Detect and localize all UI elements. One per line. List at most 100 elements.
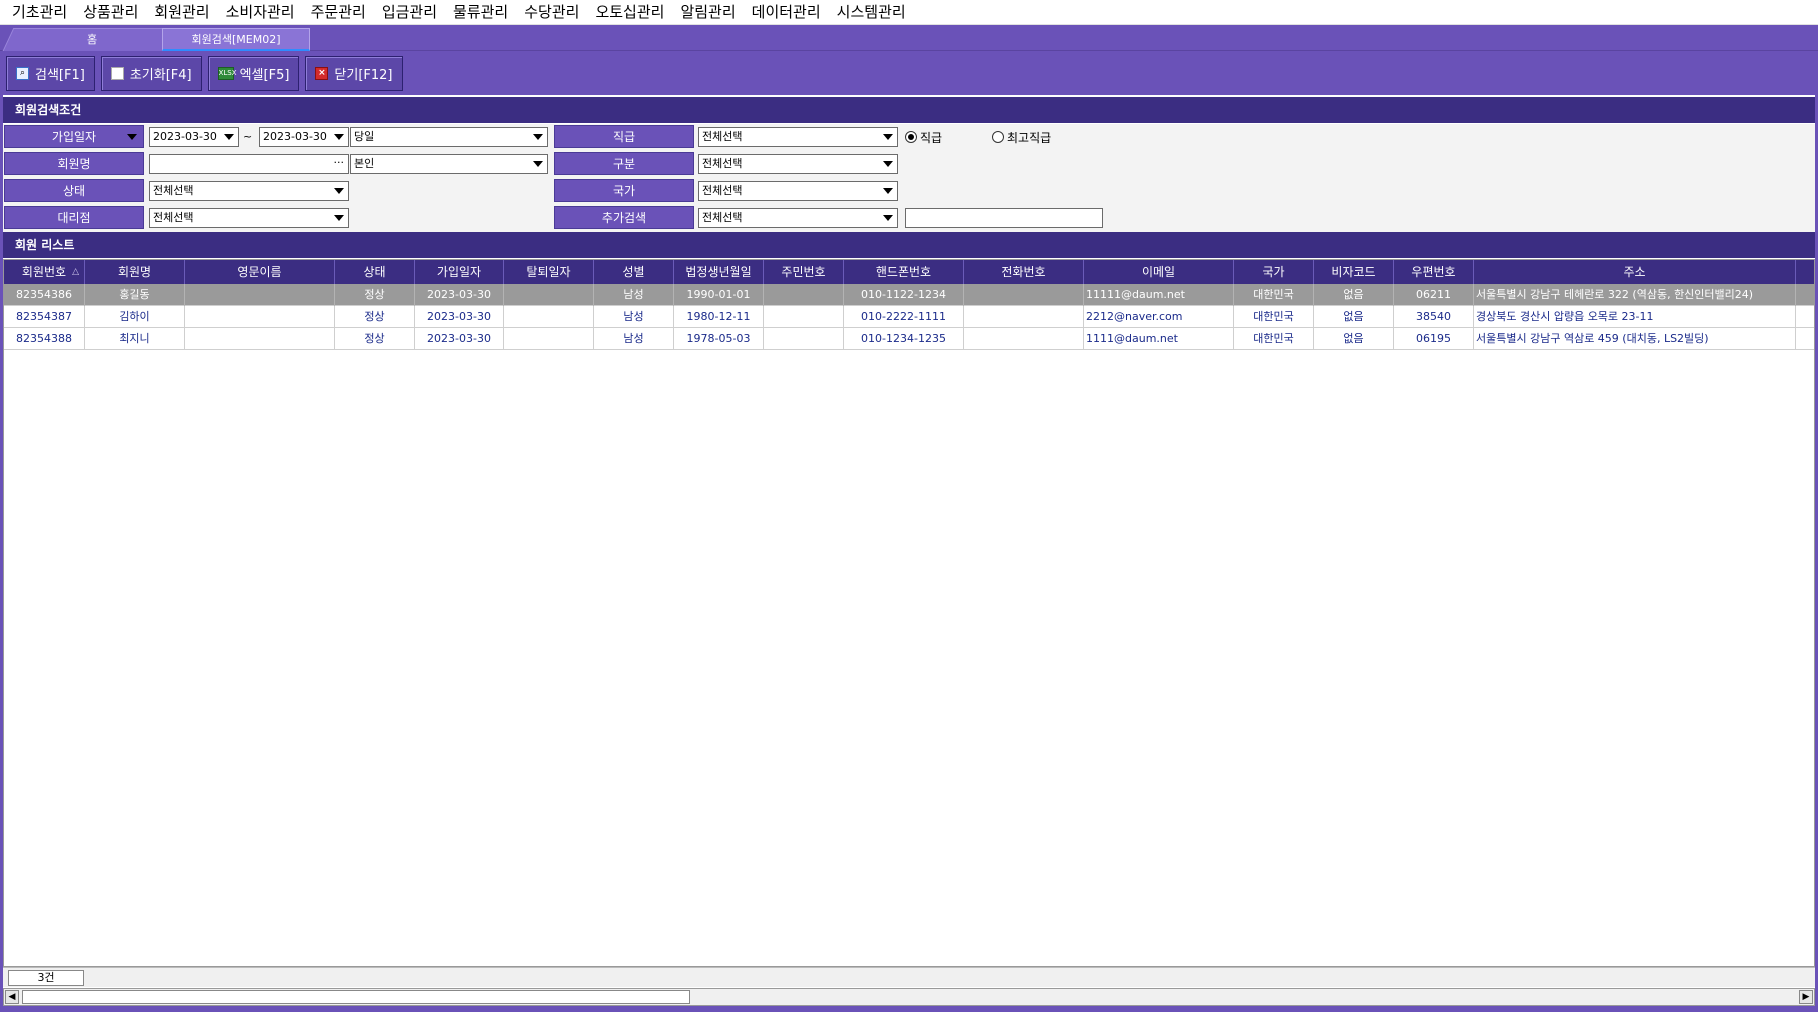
cell-status[interactable]: 정상 — [335, 328, 415, 350]
horizontal-scrollbar[interactable]: ◀ ▶ — [3, 988, 1815, 1006]
search-button[interactable]: ⌕ 검색[F1] — [6, 55, 95, 91]
cell-zip-code[interactable]: 38540 — [1394, 306, 1474, 328]
extra-search-input[interactable] — [905, 208, 1103, 228]
column-header-address[interactable]: 주소 — [1474, 260, 1796, 284]
cell-mobile-phone[interactable]: 010-2222-1111 — [844, 306, 964, 328]
column-header-member-no[interactable]: 회원번호 △ — [4, 260, 85, 284]
cell-email[interactable]: 2212@naver.com — [1084, 306, 1234, 328]
column-header-english-name[interactable]: 영문이름 — [185, 260, 335, 284]
menu-logistics[interactable]: 물류관리 — [445, 0, 516, 25]
cell-member-name[interactable]: 홍길동 — [85, 284, 185, 306]
cell-english-name[interactable] — [185, 328, 335, 350]
status-select[interactable]: 전체선택 — [149, 181, 349, 201]
column-header-status[interactable]: 상태 — [335, 260, 415, 284]
cell-telephone[interactable] — [964, 328, 1084, 350]
cell-gender[interactable]: 남성 — [594, 284, 674, 306]
agency-select[interactable]: 전체선택 — [149, 208, 349, 228]
menu-basic[interactable]: 기초관리 — [4, 0, 75, 25]
cell-visa-code[interactable]: 없음 — [1314, 328, 1394, 350]
cell-member-no[interactable]: 82354388 — [4, 328, 85, 350]
menu-deposit[interactable]: 입금관리 — [374, 0, 445, 25]
cell-join-date[interactable]: 2023-03-30 — [415, 306, 504, 328]
menu-product[interactable]: 상품관리 — [75, 0, 146, 25]
member-name-input[interactable]: ··· — [149, 154, 349, 174]
menu-autoship[interactable]: 오토십관리 — [587, 0, 672, 25]
cell-address[interactable]: 경상북도 경산시 압량읍 오목로 23-11 — [1474, 306, 1796, 328]
column-header-zip-code[interactable]: 우편번호 — [1394, 260, 1474, 284]
table-row[interactable]: 82354387 김하이 정상 2023-03-30 남성 1980-12-11 010-2… — [4, 306, 1814, 328]
cell-telephone[interactable] — [964, 284, 1084, 306]
menu-order[interactable]: 주문관리 — [303, 0, 374, 25]
cell-status[interactable]: 정상 — [335, 284, 415, 306]
menu-system[interactable]: 시스템관리 — [829, 0, 914, 25]
date-to-picker[interactable]: 2023-03-30 — [259, 127, 349, 147]
cell-zip-code[interactable]: 06195 — [1394, 328, 1474, 350]
menu-consumer[interactable]: 소비자관리 — [218, 0, 303, 25]
reset-button[interactable]: 초기화[F4] — [100, 55, 202, 91]
column-header-email[interactable]: 이메일 — [1084, 260, 1234, 284]
cell-country[interactable]: 대한민국 — [1234, 328, 1314, 350]
column-header-gender[interactable]: 성별 — [594, 260, 674, 284]
menu-allowance[interactable]: 수당관리 — [516, 0, 587, 25]
menu-data[interactable]: 데이터관리 — [744, 0, 829, 25]
cell-english-name[interactable] — [185, 284, 335, 306]
tab-member-search[interactable]: 회원검색[MEM02] — [162, 28, 310, 51]
column-header-country[interactable]: 국가 — [1234, 260, 1314, 284]
scroll-left-icon[interactable]: ◀ — [5, 990, 19, 1004]
cell-email[interactable]: 11111@daum.net — [1084, 284, 1234, 306]
column-header-telephone[interactable]: 전화번호 — [964, 260, 1084, 284]
cell-mobile-phone[interactable]: 010-1234-1235 — [844, 328, 964, 350]
cell-member-no[interactable]: 82354387 — [4, 306, 85, 328]
cell-email[interactable]: 1111@daum.net — [1084, 328, 1234, 350]
table-row[interactable]: 82354388 최지니 정상 2023-03-30 남성 1978-05-03 010-1… — [4, 328, 1814, 350]
cell-member-name[interactable]: 김하이 — [85, 306, 185, 328]
cell-join-date[interactable]: 2023-03-30 — [415, 284, 504, 306]
column-header-ssn[interactable]: 주민번호 — [764, 260, 844, 284]
cell-visa-code[interactable]: 없음 — [1314, 306, 1394, 328]
radio-top-rank[interactable]: 최고직급 — [992, 127, 1051, 147]
cell-member-name[interactable]: 최지니 — [85, 328, 185, 350]
cell-address[interactable]: 서울특별시 강남구 테헤란로 322 (역삼동, 한신인터밸리24) — [1474, 284, 1796, 306]
cell-status[interactable]: 정상 — [335, 306, 415, 328]
scroll-right-icon[interactable]: ▶ — [1799, 990, 1813, 1004]
cell-withdraw-date[interactable] — [504, 328, 594, 350]
cell-country[interactable]: 대한민국 — [1234, 284, 1314, 306]
type-select[interactable]: 전체선택 — [698, 154, 898, 174]
cell-birth-date[interactable]: 1978-05-03 — [674, 328, 764, 350]
member-scope-select[interactable]: 본인 — [350, 154, 548, 174]
cell-withdraw-date[interactable] — [504, 284, 594, 306]
date-from-picker[interactable]: 2023-03-30 — [149, 127, 239, 147]
cell-ssn[interactable] — [764, 328, 844, 350]
excel-button[interactable]: XLSX 엑셀[F5] — [207, 55, 300, 91]
column-header-join-date[interactable]: 가입일자 — [415, 260, 504, 284]
period-select[interactable]: 당일 — [350, 127, 548, 147]
cell-gender[interactable]: 남성 — [594, 328, 674, 350]
cell-join-date[interactable]: 2023-03-30 — [415, 328, 504, 350]
cell-english-name[interactable] — [185, 306, 335, 328]
cell-zip-code[interactable]: 06211 — [1394, 284, 1474, 306]
cell-ssn[interactable] — [764, 306, 844, 328]
close-button[interactable]: × 닫기[F12] — [305, 55, 403, 91]
cell-address[interactable]: 서울특별시 강남구 역삼로 459 (대치동, LS2빌딩) — [1474, 328, 1796, 350]
cell-gender[interactable]: 남성 — [594, 306, 674, 328]
cell-withdraw-date[interactable] — [504, 306, 594, 328]
column-header-member-name[interactable]: 회원명 — [85, 260, 185, 284]
radio-rank[interactable]: 직급 — [905, 127, 942, 147]
column-header-withdraw-date[interactable]: 탈퇴일자 — [504, 260, 594, 284]
rank-select[interactable]: 전체선택 — [698, 127, 898, 147]
extra-search-select[interactable]: 전체선택 — [698, 208, 898, 228]
cell-mobile-phone[interactable]: 010-1122-1234 — [844, 284, 964, 306]
cell-visa-code[interactable]: 없음 — [1314, 284, 1394, 306]
column-header-mobile-phone[interactable]: 핸드폰번호 — [844, 260, 964, 284]
cell-member-no[interactable]: 82354386 — [4, 284, 85, 306]
scroll-thumb[interactable] — [22, 990, 690, 1004]
column-header-birth-date[interactable]: 법정생년월일 — [674, 260, 764, 284]
tab-home[interactable]: 홈 — [2, 28, 182, 51]
menu-member[interactable]: 회원관리 — [146, 0, 217, 25]
cell-telephone[interactable] — [964, 306, 1084, 328]
menu-notification[interactable]: 알림관리 — [672, 0, 743, 25]
table-row[interactable]: 82354386 홍길동 정상 2023-03-30 남성 1990-01-01 010-1… — [4, 284, 1814, 306]
cell-ssn[interactable] — [764, 284, 844, 306]
ellipsis-icon[interactable]: ··· — [334, 155, 345, 171]
cell-birth-date[interactable]: 1980-12-11 — [674, 306, 764, 328]
